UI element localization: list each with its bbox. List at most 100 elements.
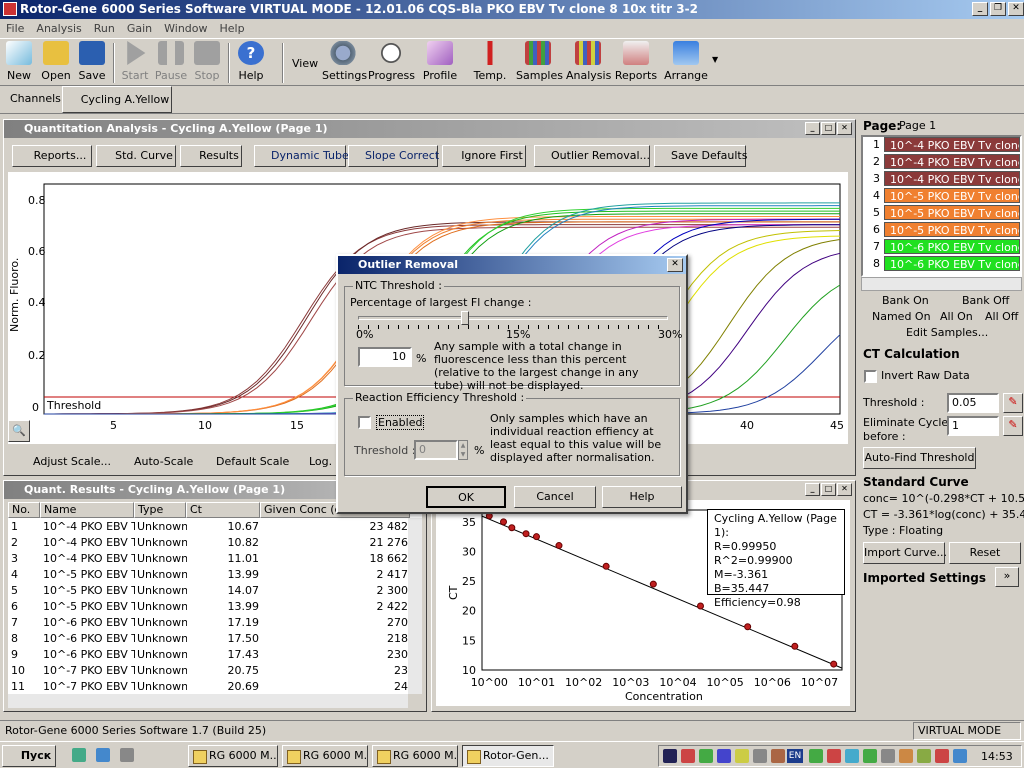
table-cell-no[interactable]: 4 <box>11 567 41 583</box>
expand-imported-button[interactable]: » <box>995 567 1019 587</box>
std-curve-point[interactable] <box>522 530 530 538</box>
table-cell-type[interactable]: Unknown <box>137 583 187 599</box>
all-on-button[interactable]: All On <box>940 310 973 323</box>
restore-button[interactable]: ❐ <box>990 2 1006 16</box>
log-scale-button[interactable]: Log. <box>309 455 332 468</box>
menu-run[interactable]: Run <box>88 22 121 35</box>
ok-button[interactable]: OK <box>426 486 506 508</box>
tray-icon[interactable] <box>863 749 877 763</box>
results-vscrollbar[interactable] <box>408 518 422 694</box>
minimize-button[interactable]: _ <box>972 2 988 16</box>
std-curve-point[interactable] <box>649 580 657 588</box>
temp-button[interactable]: Temp. <box>472 41 508 85</box>
table-cell-conc[interactable]: 2 422 <box>263 599 409 615</box>
tray-icon[interactable] <box>935 749 949 763</box>
tray-icon[interactable] <box>717 749 731 763</box>
col-header-name[interactable]: Name <box>40 502 134 518</box>
table-cell-ct[interactable]: 17.50 <box>189 631 260 647</box>
all-off-button[interactable]: All Off <box>985 310 1018 323</box>
taskbar-item[interactable]: RG 6000 M... <box>282 745 368 767</box>
pct-slider-track[interactable] <box>358 316 668 320</box>
std-curve-point[interactable] <box>791 642 799 650</box>
std-curve-button[interactable]: Std. Curve <box>96 145 176 167</box>
std-curve-point[interactable] <box>696 602 704 610</box>
pct-slider-thumb[interactable] <box>460 311 469 325</box>
table-cell-name[interactable]: 10^-5 PKO EBV T <box>43 567 135 583</box>
stop-button[interactable]: Stop <box>192 41 222 85</box>
tray-icon[interactable] <box>845 749 859 763</box>
tray-icon[interactable] <box>827 749 841 763</box>
close-button[interactable]: ✕ <box>837 483 852 496</box>
table-cell-no[interactable]: 2 <box>11 535 41 551</box>
table-cell-name[interactable]: 10^-5 PKO EBV T <box>43 599 135 615</box>
dynamic-tube-button[interactable]: Dynamic Tube <box>254 145 349 167</box>
table-cell-name[interactable]: 10^-6 PKO EBV T <box>43 647 135 663</box>
table-cell-type[interactable]: Unknown <box>137 599 187 615</box>
enabled-checkbox[interactable] <box>358 416 371 429</box>
table-cell-ct[interactable]: 14.07 <box>189 583 260 599</box>
language-indicator[interactable]: EN <box>787 749 803 763</box>
eliminate-cycles-input[interactable]: 1 <box>947 416 999 436</box>
auto-scale-button[interactable]: Auto-Scale <box>134 455 193 468</box>
table-cell-conc[interactable]: 218 <box>263 631 408 647</box>
taskbar-item[interactable]: RG 6000 M... <box>188 745 278 767</box>
channel-tab-cycling-a-yellow[interactable]: Cycling A.Yellow <box>62 86 172 113</box>
outlier-removal-button[interactable]: Outlier Removal... <box>534 145 650 167</box>
quicklaunch-icon[interactable] <box>96 748 110 762</box>
table-cell-type[interactable]: Unknown <box>137 679 187 695</box>
tray-icon[interactable] <box>699 749 713 763</box>
taskbar-item-active[interactable]: Rotor-Gen... <box>462 745 554 767</box>
tray-icon[interactable] <box>753 749 767 763</box>
named-on-button[interactable]: Named On <box>872 310 931 323</box>
col-header-ct[interactable]: Ct <box>186 502 260 518</box>
col-header-no[interactable]: No. <box>8 502 40 518</box>
tray-icon[interactable] <box>881 749 895 763</box>
threshold-input[interactable]: 0.05 <box>947 393 999 413</box>
table-cell-name[interactable]: 10^-4 PKO EBV T <box>43 551 135 567</box>
minimize-button[interactable]: _ <box>805 483 820 496</box>
import-curve-button[interactable]: Import Curve... <box>863 542 947 564</box>
tray-icon[interactable] <box>681 749 695 763</box>
table-cell-ct[interactable]: 20.75 <box>189 663 260 679</box>
sample-item[interactable]: 10^-5 PKO EBV Tv clone <box>884 222 1020 237</box>
sample-item[interactable]: 10^-5 PKO EBV Tv clone <box>884 205 1020 220</box>
close-button[interactable]: ✕ <box>1008 2 1024 16</box>
table-cell-type[interactable]: Unknown <box>137 567 187 583</box>
slope-correct-button[interactable]: Slope Correct <box>348 145 439 167</box>
help-button[interactable]: ? Help <box>234 41 268 85</box>
std-curve-point[interactable] <box>500 518 508 526</box>
analysis-button[interactable]: Analysis <box>566 41 611 85</box>
table-cell-ct[interactable]: 17.43 <box>189 647 260 663</box>
pause-button[interactable]: Pause <box>154 41 188 85</box>
table-cell-conc[interactable]: 23 482 <box>263 519 409 535</box>
table-cell-conc[interactable]: 270 <box>263 615 408 631</box>
table-cell-type[interactable]: Unknown <box>137 551 187 567</box>
arrange-dropdown-icon[interactable]: ▼ <box>712 55 718 64</box>
profile-button[interactable]: Profile <box>422 41 458 85</box>
taskbar-item[interactable]: RG 6000 M... <box>372 745 458 767</box>
open-button[interactable]: Open <box>40 41 72 85</box>
table-cell-ct[interactable]: 11.01 <box>189 551 260 567</box>
table-cell-no[interactable]: 1 <box>11 519 41 535</box>
samples-button[interactable]: Samples <box>516 41 563 85</box>
cancel-button[interactable]: Cancel <box>514 486 596 508</box>
app-icon[interactable] <box>3 2 17 16</box>
table-cell-type[interactable]: Unknown <box>137 535 187 551</box>
table-cell-conc[interactable]: 23 <box>263 663 408 679</box>
save-button[interactable]: Save <box>78 41 106 85</box>
table-cell-no[interactable]: 10 <box>11 663 41 679</box>
reports-button[interactable]: Reports <box>614 41 658 85</box>
std-curve-point[interactable] <box>744 623 752 631</box>
re-threshold-input[interactable]: 0 <box>414 440 458 460</box>
sample-item[interactable]: 10^-4 PKO EBV Tv clone <box>884 171 1020 186</box>
close-button[interactable]: ✕ <box>837 122 852 135</box>
table-cell-name[interactable]: 10^-7 PKO EBV T <box>43 663 135 679</box>
tray-icon[interactable] <box>917 749 931 763</box>
tray-icon[interactable] <box>771 749 785 763</box>
settings-button[interactable]: Settings <box>322 41 367 85</box>
table-cell-no[interactable]: 8 <box>11 631 41 647</box>
table-cell-name[interactable]: 10^-5 PKO EBV T <box>43 583 135 599</box>
col-header-type[interactable]: Type <box>134 502 186 518</box>
std-curve-point[interactable] <box>602 562 610 570</box>
invert-raw-data-checkbox[interactable] <box>864 370 877 383</box>
